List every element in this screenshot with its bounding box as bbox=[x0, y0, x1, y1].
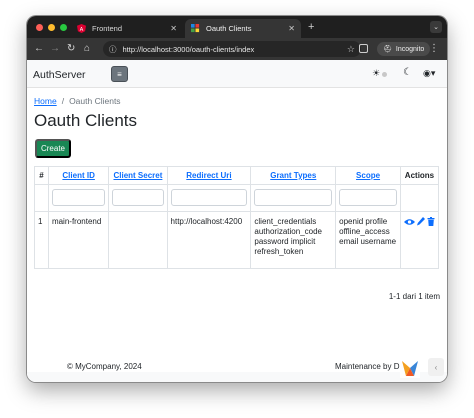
side-panel-icon[interactable] bbox=[359, 44, 368, 53]
angular-icon: A bbox=[77, 24, 86, 33]
breadcrumb: Home / Oauth Clients bbox=[34, 96, 121, 106]
new-tab-button[interactable]: + bbox=[308, 21, 314, 33]
create-button[interactable]: Create bbox=[35, 139, 71, 158]
footer-copyright: © MyCompany, 2024 bbox=[67, 362, 142, 371]
grant-type: client_credentials bbox=[254, 217, 317, 226]
devtools-logo-icon[interactable] bbox=[400, 358, 420, 378]
close-window-button[interactable] bbox=[36, 24, 43, 31]
table-row: 1 main-frontend http://localhost:4200 cl… bbox=[34, 211, 440, 269]
devtools-logo-shape bbox=[402, 361, 418, 376]
url-text: http://localhost:3000/oauth-clients/inde… bbox=[122, 44, 255, 54]
cell-grant-types: client_credentials authorization_code pa… bbox=[250, 211, 337, 269]
tab-frontend[interactable]: A Frontend ✕ bbox=[71, 19, 183, 38]
menu-toggle-button[interactable]: ≡ bbox=[111, 66, 128, 82]
sort-scope-link[interactable]: Scope bbox=[356, 171, 380, 180]
site-info-icon[interactable]: ⓘ bbox=[109, 44, 117, 55]
header-redirect-uri[interactable]: Redirect Uri bbox=[166, 166, 252, 185]
scope-item: email username bbox=[339, 237, 397, 246]
user-menu-icon[interactable]: ◉▾ bbox=[423, 68, 435, 79]
chevron-left-icon[interactable]: ‹ bbox=[428, 358, 444, 376]
cell-client-id: main-frontend bbox=[47, 211, 110, 269]
browser-toolbar: ← → ↻ ⌂ ⓘ http://localhost:3000/oauth-cl… bbox=[27, 38, 447, 60]
home-icon[interactable]: ⌂ bbox=[84, 43, 90, 55]
close-icon[interactable]: ✕ bbox=[288, 24, 295, 33]
back-arrow-icon[interactable]: ← bbox=[34, 43, 44, 55]
trash-icon[interactable] bbox=[427, 217, 435, 226]
footer-bar bbox=[27, 372, 447, 382]
bookmark-star-icon[interactable]: ☆ bbox=[347, 44, 355, 55]
incognito-badge[interactable]: ⛑ Incognito bbox=[377, 42, 431, 56]
breadcrumb-home-link[interactable]: Home bbox=[34, 96, 57, 106]
breadcrumb-current: Oauth Clients bbox=[69, 96, 121, 106]
grant-type: password implicit bbox=[254, 237, 316, 246]
page-title: Oauth Clients bbox=[34, 111, 137, 130]
cell-index: 1 bbox=[34, 211, 49, 269]
table-header-row: # Client ID Client Secret Redirect Uri G… bbox=[34, 166, 440, 185]
cell-redirect-uri: http://localhost:4200 bbox=[166, 211, 252, 269]
incognito-icon: ⛑ bbox=[383, 46, 392, 53]
maximize-window-button[interactable] bbox=[60, 24, 67, 31]
app-page: AuthServer ≡ ☀ ☾ ◉▾ Home / Oauth Clients… bbox=[27, 60, 447, 382]
incognito-label: Incognito bbox=[395, 45, 425, 53]
scope-item: offline_access bbox=[339, 227, 390, 236]
svg-text:A: A bbox=[80, 27, 84, 33]
app-navbar: AuthServer ≡ ☀ ☾ ◉▾ bbox=[27, 60, 447, 88]
sort-grant-types-link[interactable]: Grant Types bbox=[270, 171, 316, 180]
sun-icon[interactable]: ☀ bbox=[372, 68, 380, 79]
forward-arrow-icon[interactable]: → bbox=[50, 43, 60, 55]
header-client-secret[interactable]: Client Secret bbox=[108, 166, 168, 185]
oauth-clients-table: # Client ID Client Secret Redirect Uri G… bbox=[34, 166, 440, 269]
cell-client-secret bbox=[108, 211, 168, 269]
eye-icon[interactable] bbox=[403, 218, 415, 226]
breadcrumb-separator: / bbox=[61, 96, 65, 106]
browser-window: A Frontend ✕ Oauth Clients ✕ + ⌄ ← → ↻ ⌂… bbox=[27, 16, 447, 382]
tab-strip: A Frontend ✕ Oauth Clients ✕ + ⌄ bbox=[27, 16, 447, 38]
address-bar[interactable]: ⓘ http://localhost:3000/oauth-clients/in… bbox=[103, 41, 361, 57]
filter-grant-types-input[interactable] bbox=[254, 189, 333, 206]
moon-icon[interactable]: ☾ bbox=[403, 67, 412, 78]
tab-oauth-clients[interactable]: Oauth Clients ✕ bbox=[185, 19, 301, 38]
scope-item: openid profile bbox=[339, 217, 388, 226]
sort-client-id-link[interactable]: Client ID bbox=[62, 171, 94, 180]
reload-icon[interactable]: ↻ bbox=[67, 43, 75, 55]
minimize-window-button[interactable] bbox=[48, 24, 55, 31]
filter-scope-input[interactable] bbox=[339, 189, 397, 206]
more-menu-icon[interactable]: ⋮ bbox=[429, 43, 439, 54]
filter-client-id-input[interactable] bbox=[51, 189, 106, 206]
brand-name[interactable]: AuthServer bbox=[33, 69, 86, 81]
header-index: # bbox=[34, 166, 49, 185]
close-icon[interactable]: ✕ bbox=[170, 24, 177, 33]
grant-type: refresh_token bbox=[254, 247, 304, 256]
row-actions bbox=[403, 217, 435, 226]
sort-client-secret-link[interactable]: Client Secret bbox=[113, 171, 162, 180]
filter-client-secret-input[interactable] bbox=[112, 189, 164, 206]
header-actions: Actions bbox=[399, 166, 440, 185]
header-grant-types[interactable]: Grant Types bbox=[250, 166, 337, 185]
pagination-info: 1-1 dari 1 item bbox=[388, 292, 440, 301]
footer-maintenance: Maintenance by D bbox=[335, 362, 400, 371]
theme-toggle-switch[interactable] bbox=[382, 72, 387, 77]
header-scope[interactable]: Scope bbox=[335, 166, 401, 185]
cell-scope: openid profile offline_access email user… bbox=[335, 211, 401, 269]
header-client-id[interactable]: Client ID bbox=[47, 166, 110, 185]
pencil-icon[interactable] bbox=[416, 217, 425, 226]
chevron-down-icon[interactable]: ⌄ bbox=[430, 21, 442, 33]
filter-redirect-uri-input[interactable] bbox=[170, 189, 248, 206]
cell-actions bbox=[399, 211, 440, 269]
grant-type: authorization_code bbox=[254, 227, 322, 236]
app-icon bbox=[191, 24, 200, 33]
tab-title: Oauth Clients bbox=[206, 24, 252, 33]
sort-redirect-uri-link[interactable]: Redirect Uri bbox=[186, 171, 231, 180]
tab-title: Frontend bbox=[92, 24, 123, 33]
filter-row bbox=[34, 184, 440, 212]
